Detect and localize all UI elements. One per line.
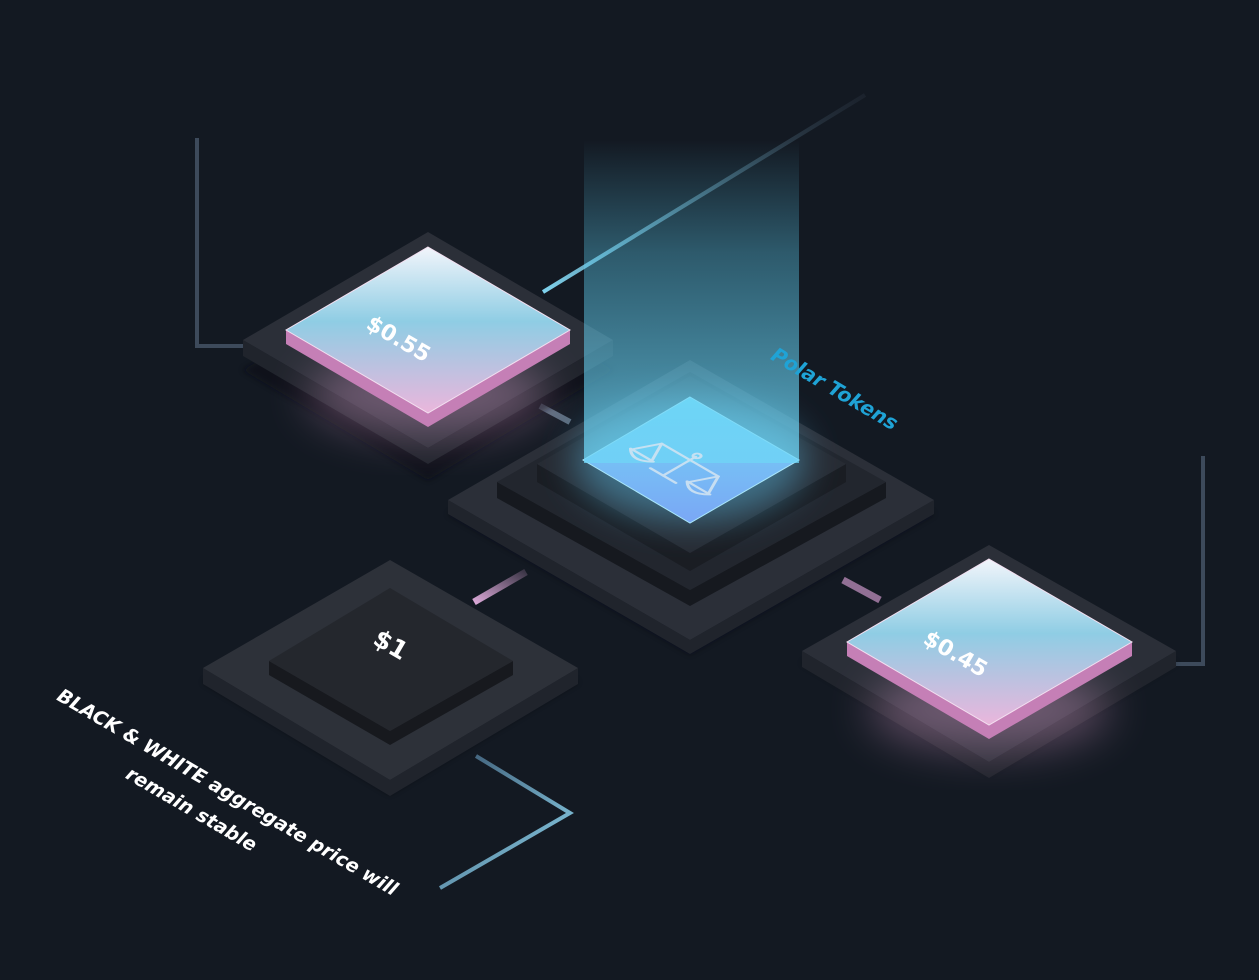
bottom-tile: $1 bbox=[203, 560, 578, 796]
left-bracket-line bbox=[195, 138, 243, 348]
pink-link-right bbox=[841, 576, 882, 604]
pink-link-left bbox=[472, 568, 528, 606]
right-bracket-line bbox=[1175, 456, 1205, 666]
light-beam bbox=[584, 140, 799, 463]
right-tile: $0.45 bbox=[802, 545, 1176, 778]
diagram-svg: $0.55 $0.45 $1 Polar Tokens BLACK & WHIT… bbox=[53, 93, 1205, 901]
diagram-canvas: $0.55 $0.45 $1 Polar Tokens BLACK & WHIT… bbox=[0, 0, 1259, 980]
bottom-diagonal-line bbox=[439, 754, 574, 890]
